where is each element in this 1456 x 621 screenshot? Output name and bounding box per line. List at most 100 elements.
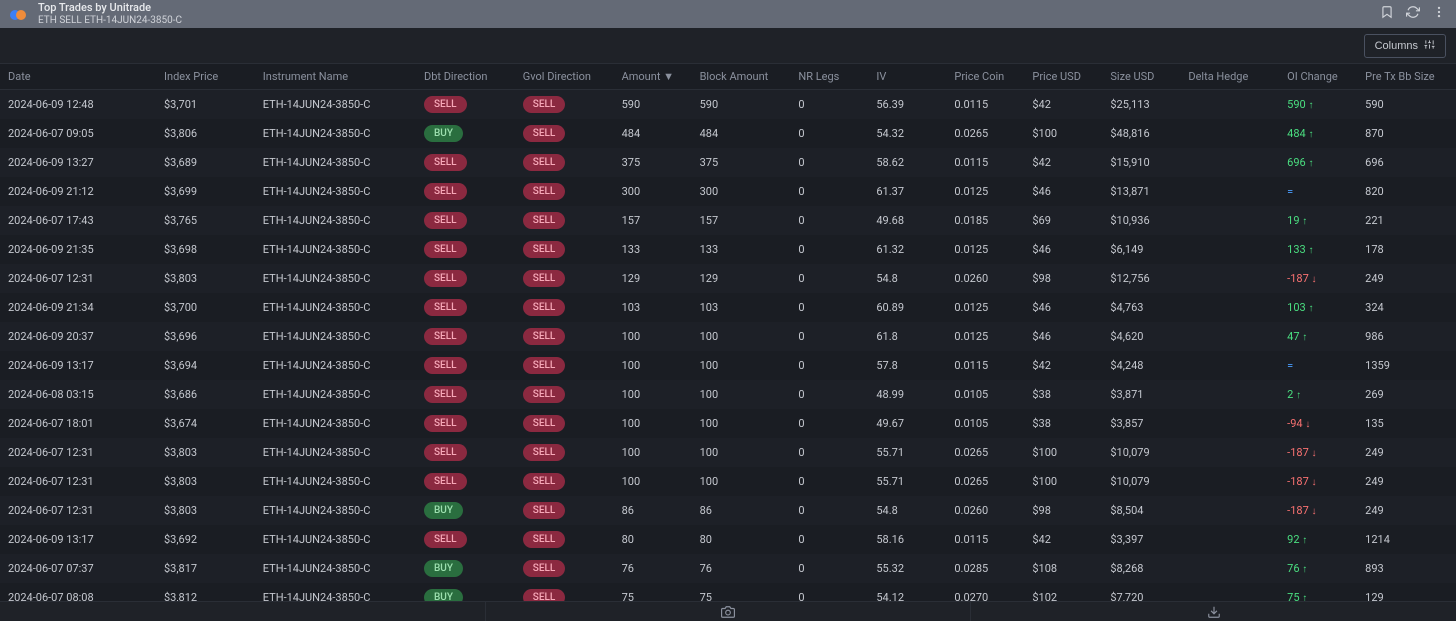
column-header-amount[interactable]: Amount ▼ bbox=[614, 64, 692, 90]
column-header-delta_hedge[interactable]: Delta Hedge bbox=[1180, 64, 1279, 90]
table-row[interactable]: 2024-06-07 17:43$3,765ETH-14JUN24-3850-C… bbox=[0, 206, 1456, 235]
cell-delta-hedge bbox=[1180, 438, 1279, 467]
column-header-nr_legs[interactable]: NR Legs bbox=[790, 64, 868, 90]
table-row[interactable]: 2024-06-07 08:08$3,812ETH-14JUN24-3850-C… bbox=[0, 583, 1456, 601]
cell-iv: 57.8 bbox=[868, 351, 946, 380]
column-header-iv[interactable]: IV bbox=[868, 64, 946, 90]
cell-amount: 100 bbox=[614, 438, 692, 467]
dbt-badge: BUY bbox=[424, 560, 463, 577]
screenshot-button[interactable] bbox=[486, 602, 972, 621]
table-row[interactable]: 2024-06-09 21:34$3,700ETH-14JUN24-3850-C… bbox=[0, 293, 1456, 322]
column-header-size_usd[interactable]: Size USD bbox=[1102, 64, 1180, 90]
table-row[interactable]: 2024-06-09 12:48$3,701ETH-14JUN24-3850-C… bbox=[0, 90, 1456, 120]
cell-oi-change: 75 ↑ bbox=[1279, 583, 1357, 601]
cell-dbt-direction: SELL bbox=[416, 409, 515, 438]
arrow-down-icon: ↓ bbox=[1312, 448, 1317, 459]
bookmark-icon[interactable] bbox=[1380, 5, 1394, 23]
table-row[interactable]: 2024-06-09 21:12$3,699ETH-14JUN24-3850-C… bbox=[0, 177, 1456, 206]
column-header-instrument[interactable]: Instrument Name bbox=[255, 64, 416, 90]
cell-index-price: $3,694 bbox=[156, 351, 255, 380]
cell-dbt-direction: SELL bbox=[416, 351, 515, 380]
column-header-date[interactable]: Date bbox=[0, 64, 156, 90]
column-header-oi_change[interactable]: OI Change bbox=[1279, 64, 1357, 90]
cell-price-usd: $98 bbox=[1024, 264, 1102, 293]
cell-size-usd: $13,871 bbox=[1102, 177, 1180, 206]
column-header-price_coin[interactable]: Price Coin bbox=[946, 64, 1024, 90]
cell-dbt-direction: SELL bbox=[416, 148, 515, 177]
column-header-index_price[interactable]: Index Price bbox=[156, 64, 255, 90]
table-scroll-area[interactable]: DateIndex PriceInstrument NameDbt Direct… bbox=[0, 64, 1456, 601]
table-row[interactable]: 2024-06-07 12:31$3,803ETH-14JUN24-3850-C… bbox=[0, 264, 1456, 293]
cell-date: 2024-06-07 07:37 bbox=[0, 554, 156, 583]
arrow-down-icon: ↓ bbox=[1312, 274, 1317, 285]
refresh-icon[interactable] bbox=[1406, 5, 1420, 23]
table-row[interactable]: 2024-06-08 03:15$3,686ETH-14JUN24-3850-C… bbox=[0, 380, 1456, 409]
table-row[interactable]: 2024-06-07 07:37$3,817ETH-14JUN24-3850-C… bbox=[0, 554, 1456, 583]
dbt-badge: SELL bbox=[424, 270, 467, 287]
cell-price-usd: $100 bbox=[1024, 119, 1102, 148]
cell-index-price: $3,692 bbox=[156, 525, 255, 554]
cell-iv: 54.32 bbox=[868, 119, 946, 148]
cell-oi-change: -187 ↓ bbox=[1279, 438, 1357, 467]
arrow-up-icon: ↑ bbox=[1302, 332, 1307, 343]
window-subtitle: ETH SELL ETH-14JUN24-3850-C bbox=[38, 15, 182, 26]
table-row[interactable]: 2024-06-09 21:35$3,698ETH-14JUN24-3850-C… bbox=[0, 235, 1456, 264]
table-row[interactable]: 2024-06-07 12:31$3,803ETH-14JUN24-3850-C… bbox=[0, 467, 1456, 496]
gvol-badge: SELL bbox=[523, 502, 566, 519]
gvol-badge: SELL bbox=[523, 415, 566, 432]
cell-index-price: $3,700 bbox=[156, 293, 255, 322]
cell-nr-legs: 0 bbox=[790, 235, 868, 264]
cell-pre-tx-bb: 696 bbox=[1357, 148, 1456, 177]
cell-dbt-direction: SELL bbox=[416, 235, 515, 264]
column-header-block_amount[interactable]: Block Amount bbox=[692, 64, 791, 90]
cell-price-coin: 0.0125 bbox=[946, 177, 1024, 206]
cell-date: 2024-06-07 17:43 bbox=[0, 206, 156, 235]
column-header-dbt_dir[interactable]: Dbt Direction bbox=[416, 64, 515, 90]
cell-gvol-direction: SELL bbox=[515, 177, 614, 206]
cell-index-price: $3,803 bbox=[156, 496, 255, 525]
cell-price-coin: 0.0185 bbox=[946, 206, 1024, 235]
cell-iv: 49.68 bbox=[868, 206, 946, 235]
download-button[interactable] bbox=[971, 602, 1456, 621]
table-row[interactable]: 2024-06-07 18:01$3,674ETH-14JUN24-3850-C… bbox=[0, 409, 1456, 438]
table-row[interactable]: 2024-06-09 13:17$3,692ETH-14JUN24-3850-C… bbox=[0, 525, 1456, 554]
cell-price-coin: 0.0285 bbox=[946, 554, 1024, 583]
cell-nr-legs: 0 bbox=[790, 351, 868, 380]
cell-nr-legs: 0 bbox=[790, 496, 868, 525]
cell-iv: 54.12 bbox=[868, 583, 946, 601]
dbt-badge: SELL bbox=[424, 183, 467, 200]
dbt-badge: SELL bbox=[424, 531, 467, 548]
cell-date: 2024-06-09 12:48 bbox=[0, 90, 156, 120]
cell-size-usd: $48,816 bbox=[1102, 119, 1180, 148]
columns-button[interactable]: Columns bbox=[1364, 34, 1446, 58]
cell-date: 2024-06-09 13:27 bbox=[0, 148, 156, 177]
gvol-badge: SELL bbox=[523, 270, 566, 287]
table-row[interactable]: 2024-06-07 12:31$3,803ETH-14JUN24-3850-C… bbox=[0, 438, 1456, 467]
dbt-badge: SELL bbox=[424, 415, 467, 432]
cell-amount: 375 bbox=[614, 148, 692, 177]
bottom-seg-1[interactable] bbox=[0, 602, 486, 621]
cell-price-coin: 0.0115 bbox=[946, 351, 1024, 380]
cell-amount: 76 bbox=[614, 554, 692, 583]
cell-index-price: $3,817 bbox=[156, 554, 255, 583]
cell-block-amount: 86 bbox=[692, 496, 791, 525]
cell-size-usd: $12,756 bbox=[1102, 264, 1180, 293]
table-row[interactable]: 2024-06-07 09:05$3,806ETH-14JUN24-3850-C… bbox=[0, 119, 1456, 148]
table-row[interactable]: 2024-06-09 20:37$3,696ETH-14JUN24-3850-C… bbox=[0, 322, 1456, 351]
cell-iv: 48.99 bbox=[868, 380, 946, 409]
table-row[interactable]: 2024-06-09 13:27$3,689ETH-14JUN24-3850-C… bbox=[0, 148, 1456, 177]
cell-amount: 100 bbox=[614, 467, 692, 496]
cell-size-usd: $6,149 bbox=[1102, 235, 1180, 264]
column-header-gvol_dir[interactable]: Gvol Direction bbox=[515, 64, 614, 90]
trades-table: DateIndex PriceInstrument NameDbt Direct… bbox=[0, 64, 1456, 601]
cell-dbt-direction: SELL bbox=[416, 438, 515, 467]
column-header-price_usd[interactable]: Price USD bbox=[1024, 64, 1102, 90]
cell-price-coin: 0.0115 bbox=[946, 148, 1024, 177]
table-row[interactable]: 2024-06-09 13:17$3,694ETH-14JUN24-3850-C… bbox=[0, 351, 1456, 380]
cell-block-amount: 100 bbox=[692, 322, 791, 351]
cell-price-coin: 0.0105 bbox=[946, 380, 1024, 409]
table-row[interactable]: 2024-06-07 12:31$3,803ETH-14JUN24-3850-C… bbox=[0, 496, 1456, 525]
cell-gvol-direction: SELL bbox=[515, 438, 614, 467]
column-header-pre_tx[interactable]: Pre Tx Bb Size bbox=[1357, 64, 1456, 90]
more-icon[interactable] bbox=[1432, 5, 1446, 23]
